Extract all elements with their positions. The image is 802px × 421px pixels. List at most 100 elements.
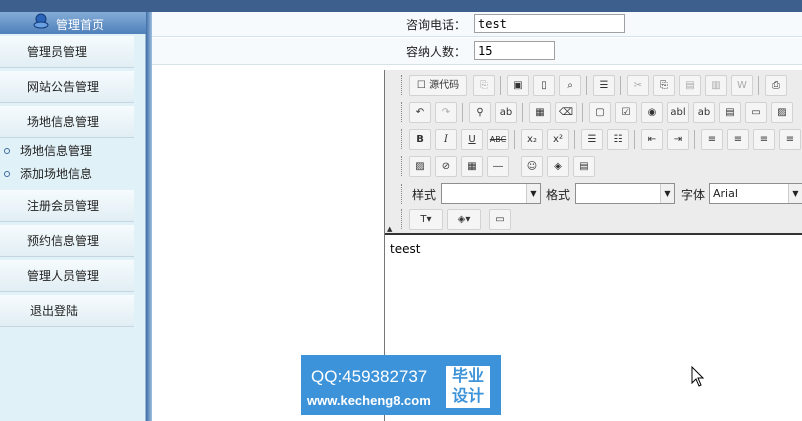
subscript-icon[interactable]: x₂ xyxy=(521,129,543,150)
underline-icon[interactable]: U xyxy=(461,129,483,150)
toolbar-row-3: B I U ABC x₂ x² ☰ ☷ ⇤ ⇥ ≡ ≡ ≡ ≡ xyxy=(403,127,802,151)
sidebar-item-label: 退出登陆 xyxy=(30,304,79,318)
find-icon[interactable]: ⚲ xyxy=(469,102,491,123)
toolbar-row-1: ☐ 源代码 ⎘ ▣ ▯ ⌕ ☰ ✂ ⎘ ▤ ▥ W ⎙ xyxy=(403,73,802,97)
toolbar-separator xyxy=(514,130,515,149)
toolbar-collapse-icon[interactable]: ▲ xyxy=(387,226,395,233)
phone-row: 咨询电话： xyxy=(152,12,802,37)
toolbar-row-2: ↶ ↷ ⚲ ab ▦ ⌫ ▢ ☑ ◉ abl ab ▤ ▭ ▨ xyxy=(403,100,802,124)
sidebar-item-label: 场地信息管理 xyxy=(27,115,100,129)
cut-icon[interactable]: ✂ xyxy=(627,75,649,96)
select-field-icon[interactable]: ▤ xyxy=(719,102,741,123)
horizontal-rule-icon[interactable]: ― xyxy=(487,156,509,177)
toolbar-row-5: 样式 ▼ 格式 ▼ 字体 Arial ▼ xyxy=(403,182,802,206)
watermark-url: www.kecheng8.com xyxy=(307,393,431,408)
page-break-icon[interactable]: ▤ xyxy=(573,156,595,177)
format-select[interactable]: ▼ xyxy=(575,183,675,204)
button-field-icon[interactable]: ▭ xyxy=(745,102,767,123)
align-center-icon[interactable]: ≡ xyxy=(727,129,749,150)
toolbar-separator xyxy=(620,76,621,95)
superscript-icon[interactable]: x² xyxy=(547,129,569,150)
phone-input[interactable] xyxy=(474,14,625,33)
textarea-icon[interactable]: ab xyxy=(693,102,715,123)
sidebar-item-venue[interactable]: 场地信息管理 xyxy=(0,106,134,138)
undo-icon[interactable]: ↶ xyxy=(409,102,431,123)
flash-icon[interactable]: ⊘ xyxy=(435,156,457,177)
watermark-qq: QQ:459382737 xyxy=(311,367,428,386)
sidebar-item-label: 管理员管理 xyxy=(27,45,88,59)
align-left-icon[interactable]: ≡ xyxy=(701,129,723,150)
preview-icon[interactable]: ⌕ xyxy=(559,75,581,96)
sidebar-subitem-venue-add[interactable]: 添加场地信息 xyxy=(0,163,134,185)
font-label: 字体 xyxy=(681,188,706,202)
sidebar-item-reservations[interactable]: 预约信息管理 xyxy=(0,225,134,257)
paste-text-icon[interactable]: ▥ xyxy=(705,75,727,96)
toolbar-grip xyxy=(401,156,404,176)
checkbox-icon[interactable]: ☑ xyxy=(615,102,637,123)
bold-icon[interactable]: B xyxy=(409,129,431,150)
editor-content[interactable]: teest xyxy=(390,242,420,256)
capacity-input[interactable] xyxy=(474,41,555,60)
watermark-banner: QQ:459382737 www.kecheng8.com 毕业 设计 xyxy=(301,355,501,415)
source-button[interactable]: ☐ 源代码 xyxy=(409,75,467,96)
font-select-value: Arial xyxy=(713,187,738,200)
align-right-icon[interactable]: ≡ xyxy=(753,129,775,150)
italic-icon[interactable]: I xyxy=(435,129,457,150)
save-icon[interactable]: ▣ xyxy=(507,75,529,96)
chevron-down-icon: ▼ xyxy=(788,184,802,203)
watermark-badge-line2: 设计 xyxy=(451,386,484,405)
templates-icon[interactable]: ☰ xyxy=(593,75,615,96)
maximize-icon[interactable]: ▭ xyxy=(489,209,511,230)
sidebar-item-admin[interactable]: 管理员管理 xyxy=(0,36,134,68)
style-select[interactable]: ▼ xyxy=(441,183,541,204)
special-char-icon[interactable]: ◈ xyxy=(547,156,569,177)
mouse-cursor-icon xyxy=(691,366,705,387)
capacity-label: 容纳人数： xyxy=(405,45,466,59)
paste-icon[interactable]: ▤ xyxy=(679,75,701,96)
sidebar-header[interactable]: 管理首页 xyxy=(0,12,146,34)
print-icon[interactable]: ⎙ xyxy=(765,75,787,96)
bullet-icon xyxy=(4,171,10,177)
copy-template-icon[interactable]: ⎘ xyxy=(473,75,495,96)
indent-icon[interactable]: ⇥ xyxy=(667,129,689,150)
ordered-list-icon[interactable]: ☰ xyxy=(581,129,603,150)
sidebar-item-label: 预约信息管理 xyxy=(27,234,100,248)
toolbar-row-4: ▨ ⊘ ▦ ― ☺ ◈ ▤ xyxy=(403,154,623,178)
smiley-icon[interactable]: ☺ xyxy=(521,156,543,177)
toolbar-grip xyxy=(401,184,404,204)
font-select[interactable]: Arial ▼ xyxy=(709,183,802,204)
sidebar-item-staff[interactable]: 管理人员管理 xyxy=(0,260,134,292)
new-page-icon[interactable]: ▯ xyxy=(533,75,555,96)
paste-word-icon[interactable]: W xyxy=(731,75,753,96)
align-justify-icon[interactable]: ≡ xyxy=(779,129,801,150)
sidebar-item-label: 管理人员管理 xyxy=(27,269,100,283)
sidebar-item-logout[interactable]: 退出登陆 xyxy=(0,295,134,327)
sidebar-item-announcement[interactable]: 网站公告管理 xyxy=(0,71,134,103)
source-icon: ☐ xyxy=(416,80,426,91)
radio-icon[interactable]: ◉ xyxy=(641,102,663,123)
unordered-list-icon[interactable]: ☷ xyxy=(607,129,629,150)
background-color-icon[interactable]: ◈▾ xyxy=(447,209,481,230)
form-icon[interactable]: ▢ xyxy=(589,102,611,123)
toolbar-separator xyxy=(582,103,583,122)
replace-icon[interactable]: ab xyxy=(495,102,517,123)
remove-format-icon[interactable]: ⌫ xyxy=(555,102,577,123)
watermark-badge: 毕业 设计 xyxy=(446,366,490,408)
toolbar-separator xyxy=(586,76,587,95)
copy-icon[interactable]: ⎘ xyxy=(653,75,675,96)
textfield-icon[interactable]: abl xyxy=(667,102,689,123)
select-all-icon[interactable]: ▦ xyxy=(529,102,551,123)
redo-icon[interactable]: ↷ xyxy=(435,102,457,123)
sidebar-subitem-venue-manage[interactable]: 场地信息管理 xyxy=(0,140,134,162)
text-color-icon[interactable]: T▾ xyxy=(409,209,443,230)
image-button-icon[interactable]: ▨ xyxy=(771,102,793,123)
toolbar-grip xyxy=(401,129,404,149)
strikethrough-icon[interactable]: ABC xyxy=(487,129,509,150)
sidebar-subitem-label: 场地信息管理 xyxy=(20,144,93,158)
image-icon[interactable]: ▨ xyxy=(409,156,431,177)
sidebar-item-members[interactable]: 注册会员管理 xyxy=(0,190,134,222)
table-icon[interactable]: ▦ xyxy=(461,156,483,177)
outdent-icon[interactable]: ⇤ xyxy=(641,129,663,150)
style-label: 样式 xyxy=(412,188,437,202)
watermark-badge-line1: 毕业 xyxy=(451,366,484,385)
